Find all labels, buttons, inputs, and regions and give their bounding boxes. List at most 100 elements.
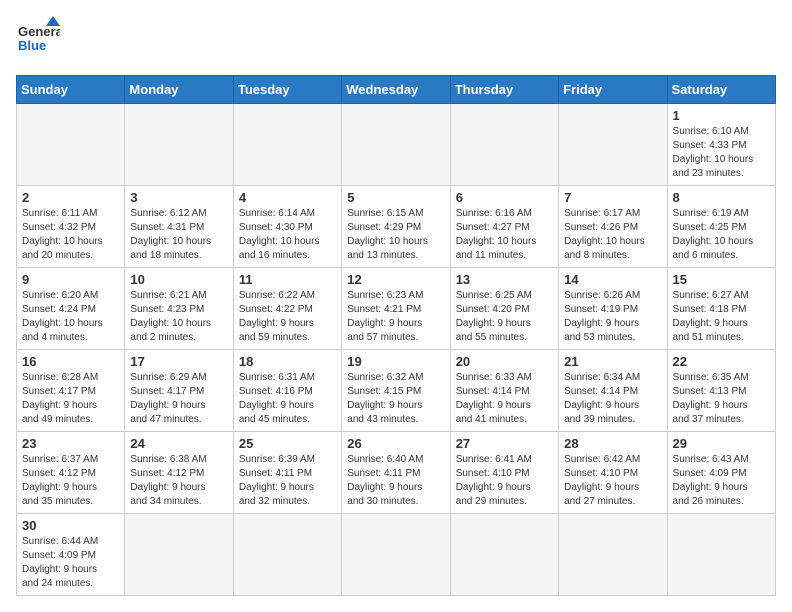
day-number: 22	[673, 354, 770, 369]
calendar-cell: 30Sunrise: 6:44 AM Sunset: 4:09 PM Dayli…	[17, 514, 125, 596]
calendar-cell: 10 Sunrise: 6:21 AM Sunset: 4:23 PM Dayli…	[125, 268, 233, 350]
day-info: Sunrise: 6:34 AM Sunset: 4:14 PM Dayligh…	[564, 371, 661, 427]
day-number: 2	[22, 190, 119, 205]
calendar-cell: 2 Sunrise: 6:11 AM Sunset: 4:32 PM Daylig…	[17, 186, 125, 268]
day-info: Sunrise: 6:16 AM Sunset: 4:27 PM Dayligh…	[456, 207, 553, 263]
day-number: 16	[22, 354, 119, 369]
calendar-cell: 13 Sunrise: 6:25 AM Sunset: 4:20 PM Dayli…	[450, 268, 558, 350]
weekday-header: Saturday	[667, 76, 775, 104]
calendar-cell	[233, 514, 341, 596]
day-info: Sunrise: 6:20 AM Sunset: 4:24 PM Dayligh…	[22, 289, 119, 345]
day-number: 23	[22, 436, 119, 451]
weekday-header: Tuesday	[233, 76, 341, 104]
calendar-cell: 16 Sunrise: 6:28 AM Sunset: 4:17 PM Dayli…	[17, 350, 125, 432]
calendar-cell: 23 Sunrise: 6:37 AM Sunset: 4:12 PM Dayli…	[17, 432, 125, 514]
day-number: 18	[239, 354, 336, 369]
day-number: 26	[347, 436, 444, 451]
day-number: 13	[456, 272, 553, 287]
day-number: 4	[239, 190, 336, 205]
calendar-cell: 17Sunrise: 6:29 AM Sunset: 4:17 PM Dayli…	[125, 350, 233, 432]
calendar-cell: 6 Sunrise: 6:16 AM Sunset: 4:27 PM Daylig…	[450, 186, 558, 268]
calendar-cell	[342, 104, 450, 186]
day-info: Sunrise: 6:33 AM Sunset: 4:14 PM Dayligh…	[456, 371, 553, 427]
day-number: 1	[673, 108, 770, 123]
calendar-cell: 12 Sunrise: 6:23 AM Sunset: 4:21 PM Dayli…	[342, 268, 450, 350]
day-number: 11	[239, 272, 336, 287]
day-number: 5	[347, 190, 444, 205]
day-info: Sunrise: 6:39 AM Sunset: 4:11 PM Dayligh…	[239, 453, 336, 509]
day-info: Sunrise: 6:22 AM Sunset: 4:22 PM Dayligh…	[239, 289, 336, 345]
calendar-cell: 20Sunrise: 6:33 AM Sunset: 4:14 PM Dayli…	[450, 350, 558, 432]
weekday-header: Friday	[559, 76, 667, 104]
day-info: Sunrise: 6:43 AM Sunset: 4:09 PM Dayligh…	[673, 453, 770, 509]
day-info: Sunrise: 6:42 AM Sunset: 4:10 PM Dayligh…	[564, 453, 661, 509]
day-number: 8	[673, 190, 770, 205]
day-number: 6	[456, 190, 553, 205]
calendar-cell	[559, 104, 667, 186]
day-info: Sunrise: 6:38 AM Sunset: 4:12 PM Dayligh…	[130, 453, 227, 509]
day-info: Sunrise: 6:41 AM Sunset: 4:10 PM Dayligh…	[456, 453, 553, 509]
calendar-cell: 4 Sunrise: 6:14 AM Sunset: 4:30 PM Daylig…	[233, 186, 341, 268]
day-info: Sunrise: 6:14 AM Sunset: 4:30 PM Dayligh…	[239, 207, 336, 263]
calendar-cell	[125, 514, 233, 596]
day-number: 29	[673, 436, 770, 451]
day-number: 19	[347, 354, 444, 369]
calendar-cell: 25Sunrise: 6:39 AM Sunset: 4:11 PM Dayli…	[233, 432, 341, 514]
day-info: Sunrise: 6:19 AM Sunset: 4:25 PM Dayligh…	[673, 207, 770, 263]
day-info: Sunrise: 6:37 AM Sunset: 4:12 PM Dayligh…	[22, 453, 119, 509]
calendar-header: SundayMondayTuesdayWednesdayThursdayFrid…	[17, 76, 776, 104]
calendar-cell	[125, 104, 233, 186]
svg-text:General: General	[18, 24, 60, 39]
day-info: Sunrise: 6:17 AM Sunset: 4:26 PM Dayligh…	[564, 207, 661, 263]
calendar-table: SundayMondayTuesdayWednesdayThursdayFrid…	[16, 75, 776, 596]
day-number: 30	[22, 518, 119, 533]
day-info: Sunrise: 6:25 AM Sunset: 4:20 PM Dayligh…	[456, 289, 553, 345]
day-number: 10	[130, 272, 227, 287]
header: General Blue	[16, 16, 776, 65]
calendar-cell: 14 Sunrise: 6:26 AM Sunset: 4:19 PM Dayli…	[559, 268, 667, 350]
day-number: 27	[456, 436, 553, 451]
day-info: Sunrise: 6:26 AM Sunset: 4:19 PM Dayligh…	[564, 289, 661, 345]
calendar-cell: 22 Sunrise: 6:35 AM Sunset: 4:13 PM Dayli…	[667, 350, 775, 432]
day-number: 3	[130, 190, 227, 205]
day-info: Sunrise: 6:31 AM Sunset: 4:16 PM Dayligh…	[239, 371, 336, 427]
calendar-cell: 7Sunrise: 6:17 AM Sunset: 4:26 PM Daylig…	[559, 186, 667, 268]
calendar-cell	[667, 514, 775, 596]
day-info: Sunrise: 6:35 AM Sunset: 4:13 PM Dayligh…	[673, 371, 770, 427]
weekday-header: Monday	[125, 76, 233, 104]
calendar-cell: 26 Sunrise: 6:40 AM Sunset: 4:11 PM Dayli…	[342, 432, 450, 514]
day-info: Sunrise: 6:23 AM Sunset: 4:21 PM Dayligh…	[347, 289, 444, 345]
day-number: 21	[564, 354, 661, 369]
day-info: Sunrise: 6:40 AM Sunset: 4:11 PM Dayligh…	[347, 453, 444, 509]
calendar-cell: 18 Sunrise: 6:31 AM Sunset: 4:16 PM Dayli…	[233, 350, 341, 432]
day-info: Sunrise: 6:21 AM Sunset: 4:23 PM Dayligh…	[130, 289, 227, 345]
calendar-cell: 11 Sunrise: 6:22 AM Sunset: 4:22 PM Dayli…	[233, 268, 341, 350]
day-info: Sunrise: 6:11 AM Sunset: 4:32 PM Dayligh…	[22, 207, 119, 263]
day-info: Sunrise: 6:27 AM Sunset: 4:18 PM Dayligh…	[673, 289, 770, 345]
day-number: 28	[564, 436, 661, 451]
day-info: Sunrise: 6:15 AM Sunset: 4:29 PM Dayligh…	[347, 207, 444, 263]
calendar-cell	[559, 514, 667, 596]
calendar-cell: 8 Sunrise: 6:19 AM Sunset: 4:25 PM Daylig…	[667, 186, 775, 268]
logo-area: General Blue	[16, 16, 60, 65]
weekday-header: Thursday	[450, 76, 558, 104]
calendar-cell: 15 Sunrise: 6:27 AM Sunset: 4:18 PM Dayli…	[667, 268, 775, 350]
calendar-cell	[450, 514, 558, 596]
day-info: Sunrise: 6:10 AM Sunset: 4:33 PM Dayligh…	[673, 125, 770, 181]
weekday-header: Wednesday	[342, 76, 450, 104]
day-number: 9	[22, 272, 119, 287]
day-info: Sunrise: 6:29 AM Sunset: 4:17 PM Dayligh…	[130, 371, 227, 427]
calendar-cell	[17, 104, 125, 186]
calendar-body: 1 Sunrise: 6:10 AM Sunset: 4:33 PM Daylig…	[17, 104, 776, 596]
calendar-cell: 27 Sunrise: 6:41 AM Sunset: 4:10 PM Dayli…	[450, 432, 558, 514]
day-number: 12	[347, 272, 444, 287]
calendar-cell: 3 Sunrise: 6:12 AM Sunset: 4:31 PM Daylig…	[125, 186, 233, 268]
logo-icon: General Blue	[16, 16, 60, 65]
day-number: 14	[564, 272, 661, 287]
day-info: Sunrise: 6:12 AM Sunset: 4:31 PM Dayligh…	[130, 207, 227, 263]
day-info: Sunrise: 6:32 AM Sunset: 4:15 PM Dayligh…	[347, 371, 444, 427]
calendar-cell	[450, 104, 558, 186]
day-info: Sunrise: 6:28 AM Sunset: 4:17 PM Dayligh…	[22, 371, 119, 427]
calendar-cell: 5 Sunrise: 6:15 AM Sunset: 4:29 PM Daylig…	[342, 186, 450, 268]
day-number: 15	[673, 272, 770, 287]
